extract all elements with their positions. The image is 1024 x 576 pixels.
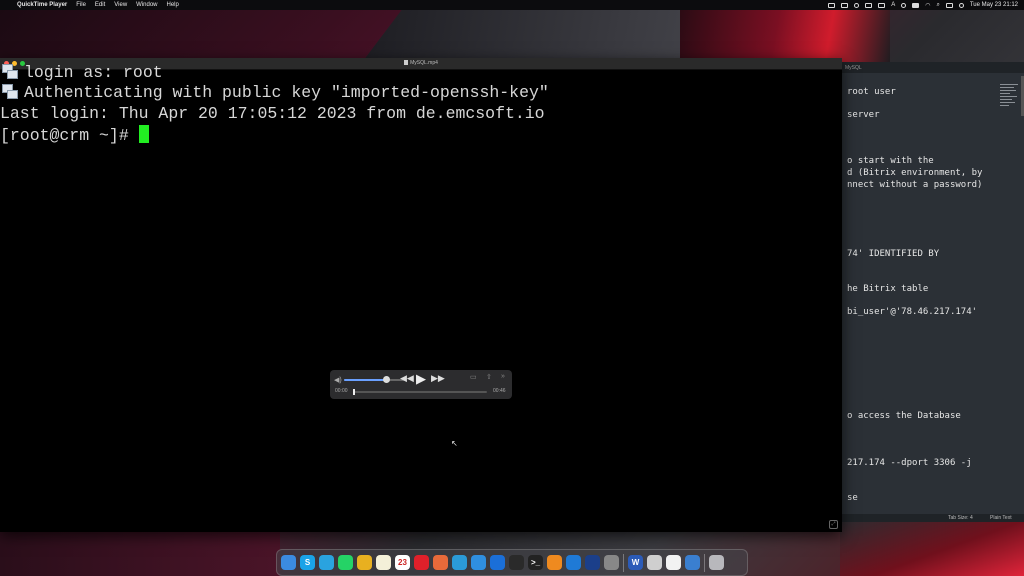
tab-size-selector[interactable]: Tab Size: 4 xyxy=(948,515,973,521)
skype-status-icon[interactable] xyxy=(841,2,849,8)
menu-app-name[interactable]: QuickTime Player xyxy=(17,2,67,8)
status-circle-icon[interactable] xyxy=(854,2,860,8)
dock-separator xyxy=(623,553,624,572)
playback-controls: ◀) ◀◀ ▶ ▶▶ ▭ ⇧ » 00:00 00:46 xyxy=(330,370,512,399)
menu-clock[interactable]: Tue May 23 21:12 xyxy=(970,2,1018,8)
fast-forward-button[interactable]: ▶▶ xyxy=(431,373,445,384)
editor-line: o start with the xyxy=(847,156,934,166)
textedit-icon[interactable] xyxy=(666,555,681,570)
syntax-mode-selector[interactable]: Plain Text xyxy=(990,515,1012,521)
battery-icon[interactable] xyxy=(912,2,920,8)
bluetooth-icon[interactable] xyxy=(901,2,907,8)
playhead[interactable] xyxy=(353,389,355,395)
dock: S 23 >_ W xyxy=(276,549,748,576)
volume-slider-fill xyxy=(344,379,386,381)
calendar-icon[interactable]: 23 xyxy=(395,555,410,570)
whatsapp-icon[interactable] xyxy=(338,555,353,570)
input-source-icon[interactable]: A xyxy=(891,2,895,8)
keychain-icon[interactable] xyxy=(647,555,662,570)
volume-slider-knob[interactable] xyxy=(383,376,390,383)
editor-minimap[interactable] xyxy=(1000,84,1020,110)
editor-status-bar: Tab Size: 4 Plain Text xyxy=(842,514,1024,522)
editor-line: root user xyxy=(847,87,896,97)
quicktime-window[interactable]: MySQL.mp4 login as: root Authenticating … xyxy=(0,58,842,532)
menu-help[interactable]: Help xyxy=(167,2,179,8)
terminal-line: Authenticating with public key "imported… xyxy=(0,83,549,103)
telegram-icon[interactable] xyxy=(319,555,334,570)
terminal-line: Last login: Thu Apr 20 17:05:12 2023 fro… xyxy=(0,104,545,123)
menu-edit[interactable]: Edit xyxy=(95,2,105,8)
siri-icon[interactable] xyxy=(958,2,964,8)
volume-icon[interactable]: ◀) xyxy=(334,376,342,384)
chrome-icon[interactable] xyxy=(357,555,372,570)
wallpaper-shape xyxy=(840,520,1024,576)
speed-chevron-icon[interactable]: » xyxy=(501,373,505,380)
editor-line: bi_user'@'78.46.217.174' xyxy=(847,307,978,317)
menu-window[interactable]: Window xyxy=(136,2,157,8)
editor-title: MySQL xyxy=(845,65,862,71)
skype-icon[interactable]: S xyxy=(300,555,315,570)
vscode-icon[interactable] xyxy=(566,555,581,570)
terminal-icon[interactable]: >_ xyxy=(528,555,543,570)
text-editor-window[interactable]: MySQL root user server o start with the … xyxy=(842,62,1024,522)
menu-bar: QuickTime Player File Edit View Window H… xyxy=(0,0,1024,10)
terminal-line: login as: root xyxy=(0,63,163,83)
editor-line: nnect without a password) xyxy=(847,180,983,190)
safari-icon[interactable] xyxy=(471,555,486,570)
airplay-icon[interactable]: ▭ xyxy=(470,373,477,381)
terminal-prompt: [root@crm ~]# xyxy=(0,125,149,146)
remote-app-icon[interactable] xyxy=(452,555,467,570)
putty-key-icon xyxy=(0,83,18,99)
one-password-icon[interactable] xyxy=(490,555,505,570)
trash-icon[interactable] xyxy=(709,555,724,570)
dock-separator xyxy=(704,553,705,572)
activity-monitor-icon[interactable] xyxy=(509,555,524,570)
time-elapsed: 00:00 xyxy=(335,388,348,394)
video-frame-terminal: login as: root Authenticating with publi… xyxy=(0,63,842,532)
editor-line: 217.174 --dport 3306 -j xyxy=(847,458,972,468)
editor-line: 74' IDENTIFIED BY xyxy=(847,249,940,259)
putty-icon xyxy=(0,63,18,79)
control-center-icon[interactable] xyxy=(945,2,953,8)
time-remaining: 00:46 xyxy=(493,388,506,394)
editor-line: he Bitrix table xyxy=(847,284,929,294)
mouse-pointer-icon: ↖ xyxy=(451,439,458,448)
wifi-icon[interactable]: ◠ xyxy=(925,2,930,9)
notes-icon[interactable] xyxy=(376,555,391,570)
display-status-icon[interactable] xyxy=(878,2,886,8)
word-icon[interactable]: W xyxy=(628,555,643,570)
play-button[interactable]: ▶ xyxy=(416,371,426,387)
rewind-button[interactable]: ◀◀ xyxy=(400,373,414,384)
document-icon xyxy=(404,60,409,66)
editor-title-bar[interactable]: MySQL xyxy=(842,62,1024,73)
finder-icon[interactable] xyxy=(281,555,296,570)
opera-icon[interactable] xyxy=(414,555,429,570)
photo-app-icon[interactable] xyxy=(433,555,448,570)
proxy-app-icon[interactable] xyxy=(585,555,600,570)
playback-progress-bar[interactable] xyxy=(353,389,487,395)
menu-view[interactable]: View xyxy=(114,2,127,8)
volume-slider[interactable] xyxy=(344,379,404,381)
menu-file[interactable]: File xyxy=(76,2,86,8)
terminal-cursor xyxy=(138,125,149,143)
sublime-icon[interactable] xyxy=(547,555,562,570)
picture-in-picture-icon[interactable]: ⤢ xyxy=(829,520,838,529)
launchpad-icon[interactable] xyxy=(604,555,619,570)
editor-line: server xyxy=(847,110,880,120)
screen-record-icon[interactable] xyxy=(828,2,836,8)
wallpaper-shape xyxy=(0,530,280,576)
editor-line: se xyxy=(847,493,858,503)
editor-line: o access the Database xyxy=(847,411,961,421)
quicktime-icon[interactable] xyxy=(685,555,700,570)
window-status-icon[interactable] xyxy=(865,2,873,8)
spotlight-search-icon[interactable]: ⌕ xyxy=(936,2,939,9)
editor-line: d (Bitrix environment, by xyxy=(847,168,983,178)
share-icon[interactable]: ⇧ xyxy=(486,373,492,381)
